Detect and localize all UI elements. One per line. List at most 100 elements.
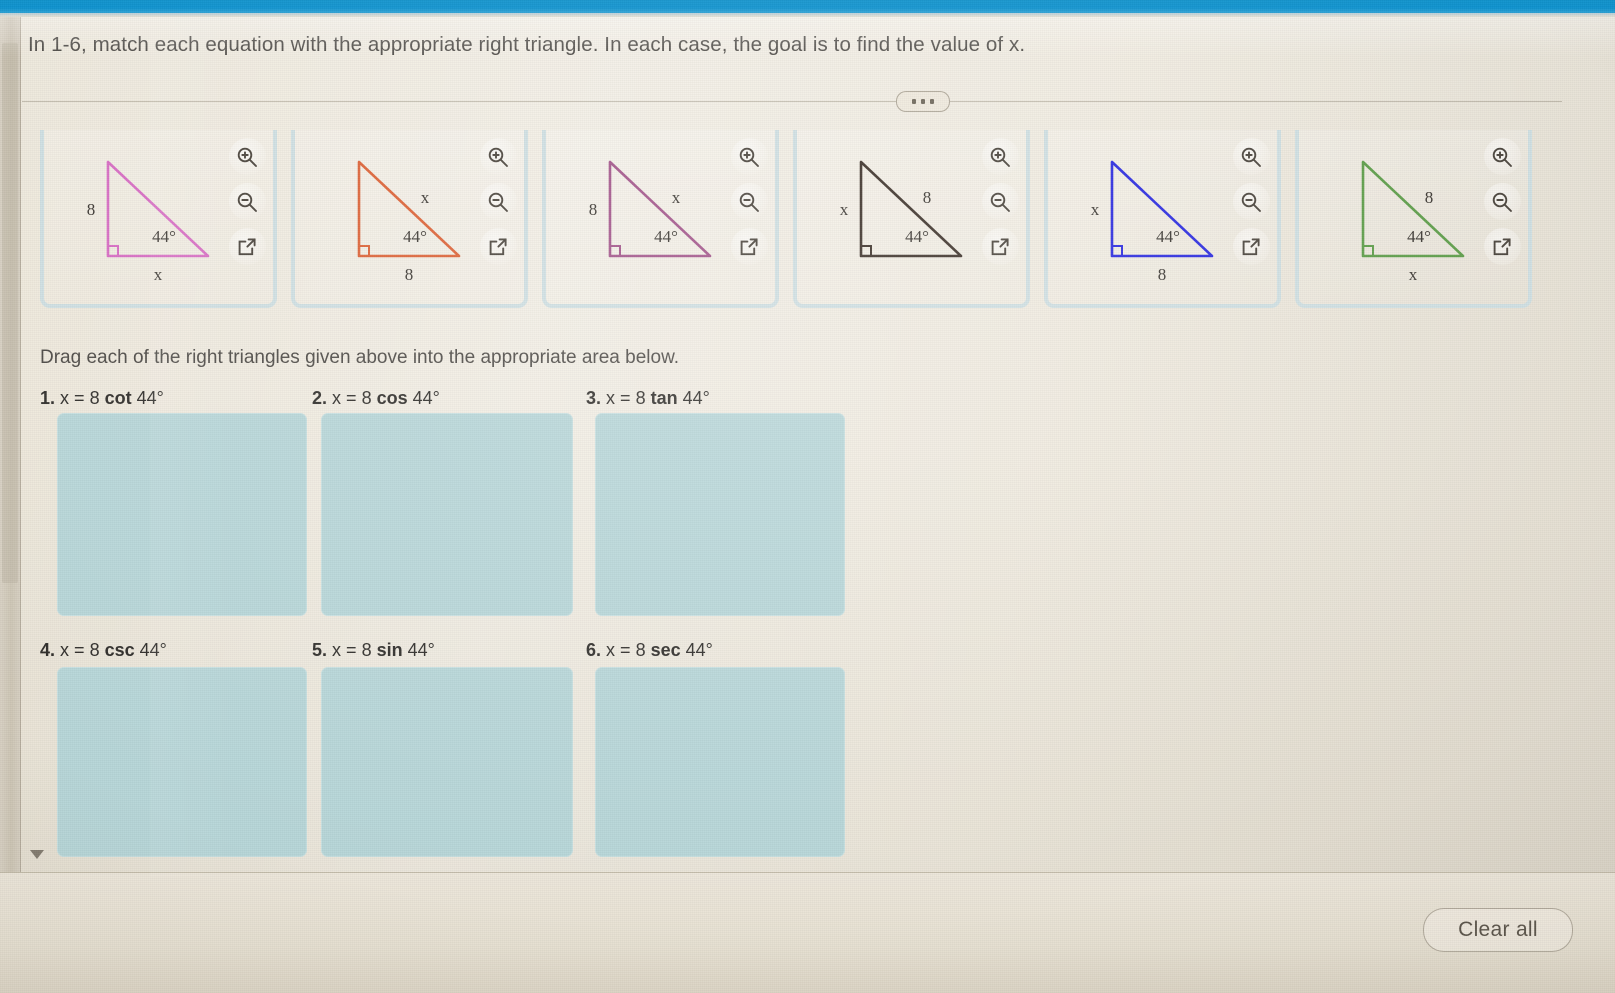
open-in-new-window-icon[interactable] (1483, 228, 1521, 265)
svg-text:44°: 44° (905, 227, 929, 246)
zoom-out-icon[interactable] (1232, 183, 1270, 220)
svg-text:8: 8 (1158, 265, 1167, 284)
right-triangle-figure-4[interactable]: 44° x 8 (801, 136, 986, 286)
equation-label-2: 2. x = 8 cos 44° (312, 388, 440, 409)
svg-text:x: x (1409, 265, 1418, 284)
triangle-card-2[interactable]: 44° 8 x (291, 130, 528, 308)
equation-number-6: 6. (586, 640, 602, 660)
drag-instruction: Drag each of the right triangles given a… (40, 347, 680, 368)
svg-text:8: 8 (923, 188, 932, 207)
equation-lhs-1: x = (60, 388, 85, 408)
equation-lhs-3: x = (606, 388, 631, 408)
card-tool-column (225, 138, 269, 265)
equation-function-3: tan (650, 388, 678, 408)
drop-zone-2[interactable] (321, 413, 573, 616)
svg-text:x: x (421, 188, 430, 207)
equation-number-5: 5. (312, 640, 328, 660)
svg-text:8: 8 (405, 265, 414, 284)
equation-angle-4: 44° (139, 640, 167, 660)
zoom-out-icon[interactable] (730, 183, 768, 220)
exercise-prompt: In 1-6, match each equation with the app… (28, 33, 1026, 56)
expand-collapse-handle[interactable] (896, 91, 950, 112)
drop-zone-6[interactable] (595, 667, 845, 857)
svg-text:x: x (672, 188, 681, 207)
triangle-card-5[interactable]: 44° x 8 (1044, 130, 1281, 308)
svg-text:8: 8 (1425, 188, 1434, 207)
equation-label-3: 3. x = 8 tan 44° (586, 388, 710, 409)
zoom-in-icon[interactable] (1483, 138, 1521, 175)
card-tool-column (727, 138, 771, 265)
scroll-gutter[interactable] (0, 17, 21, 872)
open-in-new-window-icon[interactable] (981, 228, 1019, 265)
dot-2 (921, 99, 925, 104)
clear-all-button[interactable]: Clear all (1423, 908, 1573, 952)
svg-text:x: x (154, 265, 163, 284)
triangle-card-6[interactable]: 44° x 8 (1295, 130, 1532, 308)
equation-angle-6: 44° (685, 640, 713, 660)
equation-coefficient-6: 8 (635, 640, 646, 660)
zoom-out-icon[interactable] (1483, 183, 1521, 220)
equation-number-4: 4. (40, 640, 56, 660)
right-triangle-figure-6[interactable]: 44° x 8 (1303, 136, 1488, 286)
card-tool-column (476, 138, 520, 265)
zoom-out-icon[interactable] (479, 183, 517, 220)
dot-3 (930, 99, 934, 104)
svg-text:44°: 44° (152, 227, 176, 246)
triangle-card-strip: 44° 8 x 44° 8 x 44° 8 x 44° x 8 44° x 8 44… (40, 130, 1540, 315)
card-tool-column (978, 138, 1022, 265)
equation-angle-5: 44° (407, 640, 435, 660)
card-tool-column (1480, 138, 1524, 265)
svg-text:44°: 44° (1156, 227, 1180, 246)
equation-label-5: 5. x = 8 sin 44° (312, 640, 435, 661)
drop-zone-3[interactable] (595, 413, 845, 616)
equation-number-3: 3. (586, 388, 602, 408)
open-in-new-window-icon[interactable] (730, 228, 768, 265)
drop-zone-5[interactable] (321, 667, 573, 857)
zoom-in-icon[interactable] (228, 138, 266, 175)
svg-text:44°: 44° (403, 227, 427, 246)
right-triangle-figure-3[interactable]: 44° 8 x (550, 136, 735, 286)
exercise-screen: In 1-6, match each equation with the app… (0, 0, 1615, 993)
equation-coefficient-5: 8 (361, 640, 372, 660)
equation-function-6: sec (650, 640, 681, 660)
equation-label-1: 1. x = 8 cot 44° (40, 388, 164, 409)
zoom-in-icon[interactable] (479, 138, 517, 175)
open-in-new-window-icon[interactable] (479, 228, 517, 265)
triangle-card-4[interactable]: 44° x 8 (793, 130, 1030, 308)
scrollbar-thumb[interactable] (2, 43, 18, 583)
equation-angle-3: 44° (682, 388, 710, 408)
scroll-down-arrow-icon[interactable] (30, 850, 44, 859)
zoom-in-icon[interactable] (1232, 138, 1270, 175)
triangle-card-3[interactable]: 44° 8 x (542, 130, 779, 308)
svg-text:44°: 44° (1407, 227, 1431, 246)
equation-lhs-2: x = (332, 388, 357, 408)
card-tool-column (1229, 138, 1273, 265)
equation-function-4: csc (104, 640, 135, 660)
section-divider (22, 101, 1562, 102)
right-triangle-figure-1[interactable]: 44° 8 x (48, 136, 233, 286)
zoom-in-icon[interactable] (981, 138, 1019, 175)
zoom-out-icon[interactable] (228, 183, 266, 220)
triangle-card-1[interactable]: 44° 8 x (40, 130, 277, 308)
svg-text:x: x (840, 200, 849, 219)
right-triangle-figure-2[interactable]: 44° 8 x (299, 136, 484, 286)
zoom-out-icon[interactable] (981, 183, 1019, 220)
zoom-in-icon[interactable] (730, 138, 768, 175)
right-triangle-figure-5[interactable]: 44° x 8 (1052, 136, 1237, 286)
top-bar-edge (0, 13, 1615, 17)
equation-coefficient-4: 8 (89, 640, 100, 660)
drop-zone-1[interactable] (57, 413, 307, 616)
svg-text:44°: 44° (654, 227, 678, 246)
equation-coefficient-1: 8 (89, 388, 100, 408)
browser-top-bar (0, 0, 1615, 13)
equation-coefficient-3: 8 (635, 388, 646, 408)
open-in-new-window-icon[interactable] (1232, 228, 1270, 265)
equation-coefficient-2: 8 (361, 388, 372, 408)
svg-text:8: 8 (87, 200, 96, 219)
open-in-new-window-icon[interactable] (228, 228, 266, 265)
equation-function-1: cot (104, 388, 132, 408)
equation-label-4: 4. x = 8 csc 44° (40, 640, 167, 661)
equation-function-2: cos (376, 388, 408, 408)
equation-number-2: 2. (312, 388, 328, 408)
drop-zone-4[interactable] (57, 667, 307, 857)
